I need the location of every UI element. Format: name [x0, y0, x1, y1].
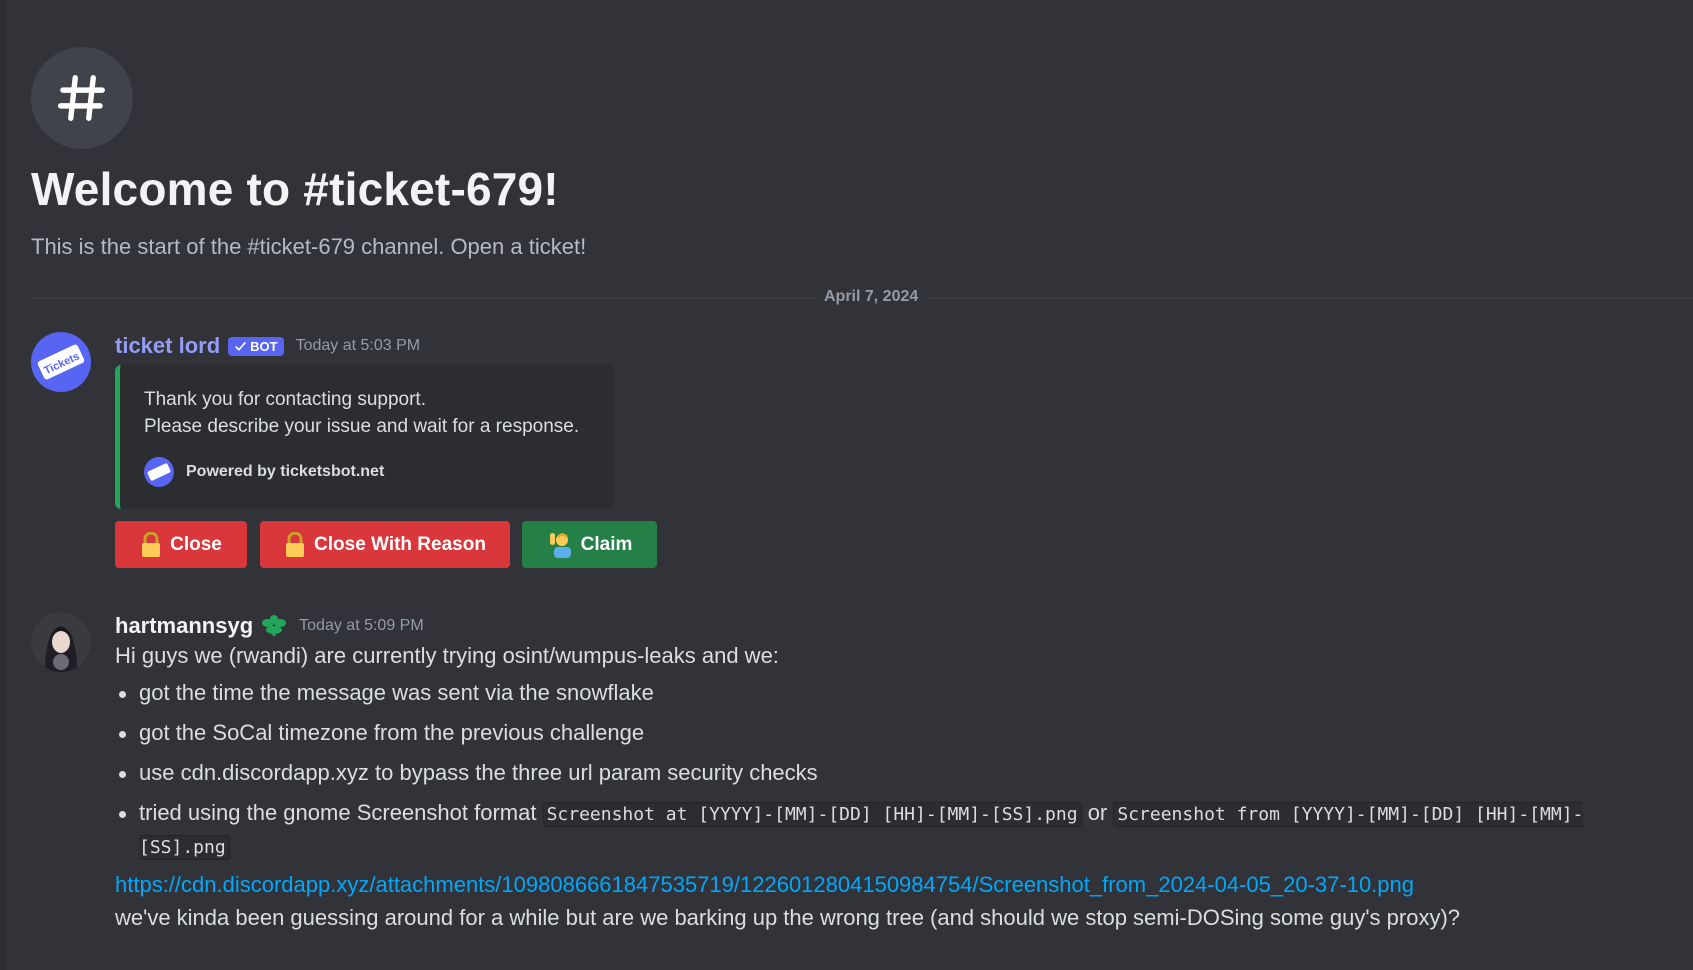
close-with-reason-button-label: Close With Reason	[314, 533, 486, 555]
bullet4-text: tried using the gnome Screenshot format	[139, 800, 543, 825]
embed-footer-text: Powered by ticketsbot.net	[186, 463, 385, 480]
user-timestamp: Today at 5:09 PM	[299, 617, 424, 634]
claim-button-label: Claim	[580, 533, 633, 555]
bot-timestamp: Today at 5:03 PM	[295, 337, 421, 354]
lock-icon	[286, 531, 305, 557]
embed-footer: Powered by ticketsbot.net	[144, 457, 384, 487]
user-username[interactable]: hartmannsyg	[115, 613, 253, 639]
check-icon	[235, 341, 247, 351]
channel-hash-icon	[31, 47, 133, 149]
lock-icon	[142, 531, 161, 557]
close-button[interactable]: Close	[115, 521, 247, 568]
list-item: got the time the message was sent via th…	[115, 678, 1645, 708]
message-intro: Hi guys we (rwandi) are currently trying…	[115, 643, 779, 668]
raising-hand-icon	[549, 532, 571, 558]
left-edge	[0, 0, 6, 970]
list-item: got the SoCal timezone from the previous…	[115, 718, 1645, 748]
message-closing: we've kinda been guessing around for a w…	[115, 905, 1461, 930]
claim-button[interactable]: Claim	[522, 521, 657, 568]
embed-line-1: Thank you for contacting support.	[144, 389, 426, 410]
bullet4-or: or	[1081, 800, 1114, 825]
bot-avatar[interactable]: Tickets	[31, 332, 91, 392]
list-item: tried using the gnome Screenshot format …	[115, 798, 1645, 864]
user-message-header: hartmannsyg Today at 5:09 PM	[115, 613, 424, 639]
tickets-bot-avatar: Tickets	[37, 344, 85, 380]
close-with-reason-button[interactable]: Close With Reason	[260, 521, 510, 568]
bot-badge: BOT	[228, 336, 284, 356]
list-item: use cdn.discordapp.xyz to bypass the thr…	[115, 758, 1645, 788]
bullet-list: got the time the message was sent via th…	[115, 678, 1645, 874]
tickets-footer-icon	[144, 457, 174, 487]
welcome-title: Welcome to #ticket-679!	[31, 163, 559, 215]
welcome-subtitle: This is the start of the #ticket-679 cha…	[31, 234, 587, 259]
close-button-label: Close	[170, 533, 222, 555]
divider-date: April 7, 2024	[816, 288, 927, 306]
embed: Thank you for contacting support. Please…	[115, 365, 614, 509]
hash-icon	[57, 75, 105, 121]
bot-badge-label: BOT	[250, 338, 278, 354]
leaf-badge-icon	[262, 615, 287, 636]
inline-code-1: Screenshot at [YYYY]-[MM]-[DD] [HH]-[MM]…	[542, 802, 1082, 827]
bot-username[interactable]: ticket lord	[115, 333, 220, 359]
bot-message-header: ticket lord BOT Today at 5:03 PM	[115, 333, 420, 359]
user-avatar[interactable]	[31, 612, 91, 672]
user-avatar-icon	[31, 612, 91, 672]
embed-line-2: Please describe your issue and wait for …	[144, 416, 580, 437]
attachment-link[interactable]: https://cdn.discordapp.xyz/attachments/1…	[115, 872, 1414, 898]
